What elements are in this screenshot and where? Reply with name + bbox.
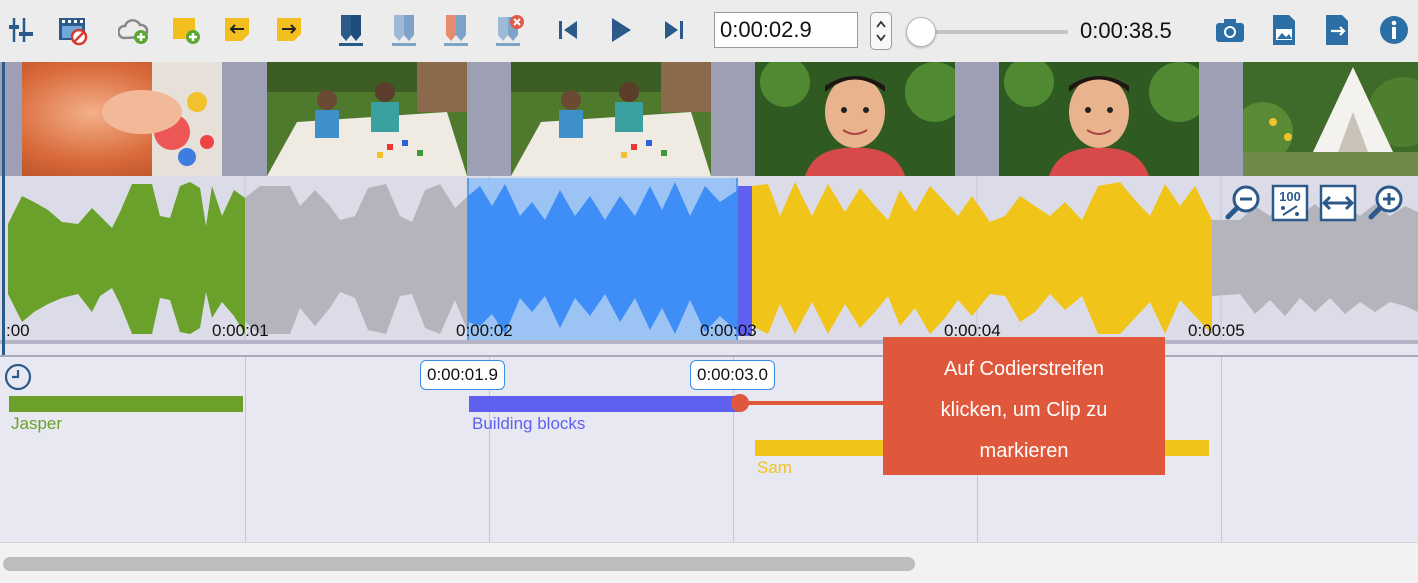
grid-line	[245, 392, 246, 542]
tick-label: 0:00:05	[1188, 321, 1245, 340]
tick-label: 0:00:01	[212, 321, 269, 340]
position-slider[interactable]	[906, 17, 1068, 47]
grid-line	[1221, 357, 1222, 393]
video-frame	[22, 62, 222, 176]
video-frame	[999, 62, 1199, 176]
waveform-gray-1	[245, 184, 468, 334]
tick-label: 0:00:03	[700, 321, 757, 340]
callout-line: klicken, um Clip zu	[940, 399, 1108, 421]
skip-back-icon[interactable]	[550, 10, 586, 50]
note-import-icon[interactable]	[220, 10, 256, 50]
selection-start-marker[interactable]: 0:00:01.9	[420, 360, 505, 390]
skip-forward-icon[interactable]	[656, 10, 692, 50]
zoom-out-icon[interactable]	[1225, 184, 1263, 222]
code-stripe-building-blocks[interactable]	[469, 396, 739, 412]
tick-label: :00	[6, 321, 30, 340]
waveform-green	[8, 182, 245, 334]
video-frame	[1243, 62, 1418, 176]
tick-label: 0:00:02	[456, 321, 513, 340]
cloud-add-icon[interactable]	[116, 10, 152, 50]
code-label-jasper: Jasper	[11, 414, 63, 433]
coding-stripes[interactable]: Jasper Building blocks Sam	[0, 392, 1418, 542]
scrollbar-thumb[interactable]	[3, 557, 915, 571]
grid-line	[245, 357, 246, 393]
video-film-icon[interactable]	[55, 10, 91, 50]
clip-connector-line	[739, 401, 889, 405]
info-icon[interactable]	[1376, 10, 1412, 50]
clip-connector-dot	[731, 394, 749, 412]
camera-icon[interactable]	[1212, 10, 1248, 50]
current-time-field[interactable]: 0:00:02.9	[714, 12, 858, 48]
clip-end-handle[interactable]	[738, 186, 752, 336]
callout-line: Auf Codierstreifen	[943, 358, 1105, 380]
marker-delete-icon[interactable]	[492, 10, 528, 50]
adjust-sliders-icon[interactable]	[4, 10, 40, 50]
video-frame	[267, 62, 467, 176]
callout-line: markieren	[979, 440, 1069, 462]
waveform-track[interactable]: :00 0:00:01 0:00:02 0:00:03 0:00:04 0:00…	[0, 62, 1418, 402]
video-frame	[511, 62, 711, 176]
zoom-100-icon[interactable]: 100	[1271, 184, 1309, 222]
grid-line	[733, 392, 734, 542]
code-label-sam: Sam	[757, 458, 792, 477]
duration-label: 0:00:38.5	[1080, 18, 1172, 43]
zoom-in-icon[interactable]	[1366, 184, 1404, 222]
code-stripe-jasper[interactable]	[9, 396, 243, 412]
selection-end-marker[interactable]: 0:00:03.0	[690, 360, 775, 390]
marker-light-icon[interactable]	[386, 10, 422, 50]
image-export-icon[interactable]	[1266, 10, 1302, 50]
file-export-icon[interactable]	[1320, 10, 1356, 50]
fit-width-icon[interactable]	[1319, 184, 1357, 222]
grid-line	[1221, 392, 1222, 542]
waveform-yellow	[752, 182, 1212, 334]
video-frame	[755, 62, 955, 176]
hint-callout: Auf Codierstreifen klicken, um Clip zu m…	[883, 337, 1165, 475]
toolbar: 0:00:02.9 0:00:38.5	[0, 0, 1418, 63]
play-icon[interactable]	[602, 10, 638, 50]
marker-multi-icon[interactable]	[438, 10, 474, 50]
marker-blue-icon[interactable]	[333, 10, 369, 50]
note-export-icon[interactable]	[272, 10, 308, 50]
time-stepper[interactable]	[870, 12, 892, 50]
horizontal-scrollbar[interactable]	[0, 542, 1418, 583]
note-add-icon[interactable]	[168, 10, 204, 50]
code-label-building-blocks: Building blocks	[472, 414, 586, 433]
playhead[interactable]	[2, 62, 5, 402]
slider-knob[interactable]	[906, 17, 936, 47]
filmstrip[interactable]	[0, 62, 1418, 176]
zoom-100-label: 100	[1279, 189, 1301, 204]
